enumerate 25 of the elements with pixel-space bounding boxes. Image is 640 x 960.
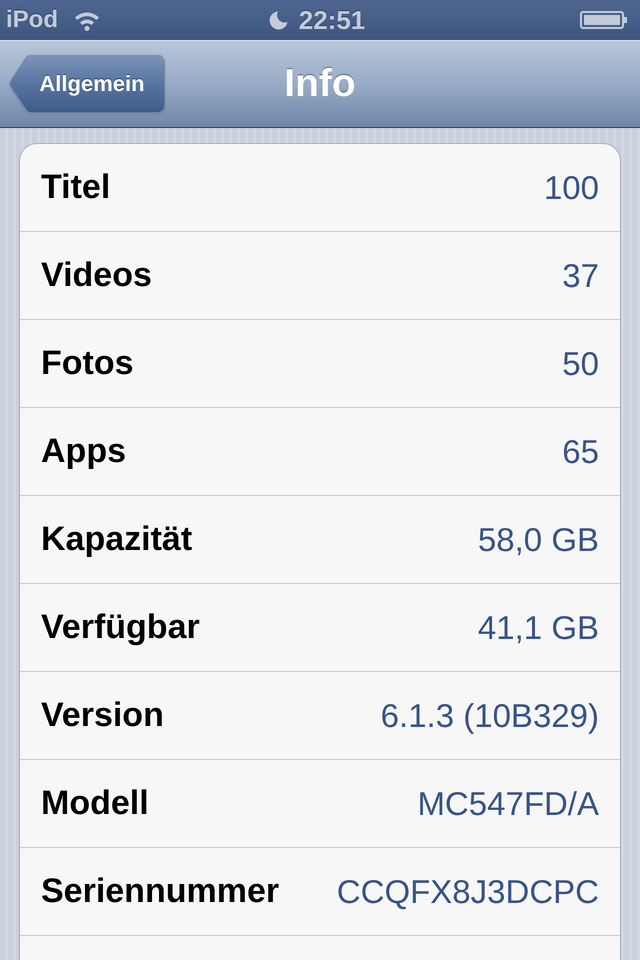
row-label: Videos [41,256,152,295]
row-label: Apps [41,432,126,471]
row-value: 100 [544,168,599,206]
back-button[interactable]: Allgemein [10,56,164,112]
row-label: Kapazität [41,520,192,559]
row-value: 41,1 GB [478,608,599,646]
row-value: 37 [562,256,599,294]
row-value: MC547FD/A [417,784,599,822]
clock-time: 22:51 [298,6,366,34]
row-value: 58,0 GB [478,520,599,558]
row-label: Modell [41,784,149,823]
carrier-name: iPod [6,6,58,34]
nav-title: Info [284,61,356,107]
wifi-icon [74,10,100,30]
row-label: Version [41,696,164,735]
battery-icon [580,11,628,29]
row-label: Seriennummer [41,872,280,911]
row-label: Verfügbar [41,608,200,647]
row-value: CCQFX8J3DCPC [336,872,599,910]
moon-icon [268,10,288,30]
row-value: 6.1.3 (10B329) [380,696,599,734]
row-label: Fotos [41,344,134,383]
row-value: 50 [562,344,599,382]
row-value: 65 [562,432,599,470]
row-label: Titel [41,168,110,207]
